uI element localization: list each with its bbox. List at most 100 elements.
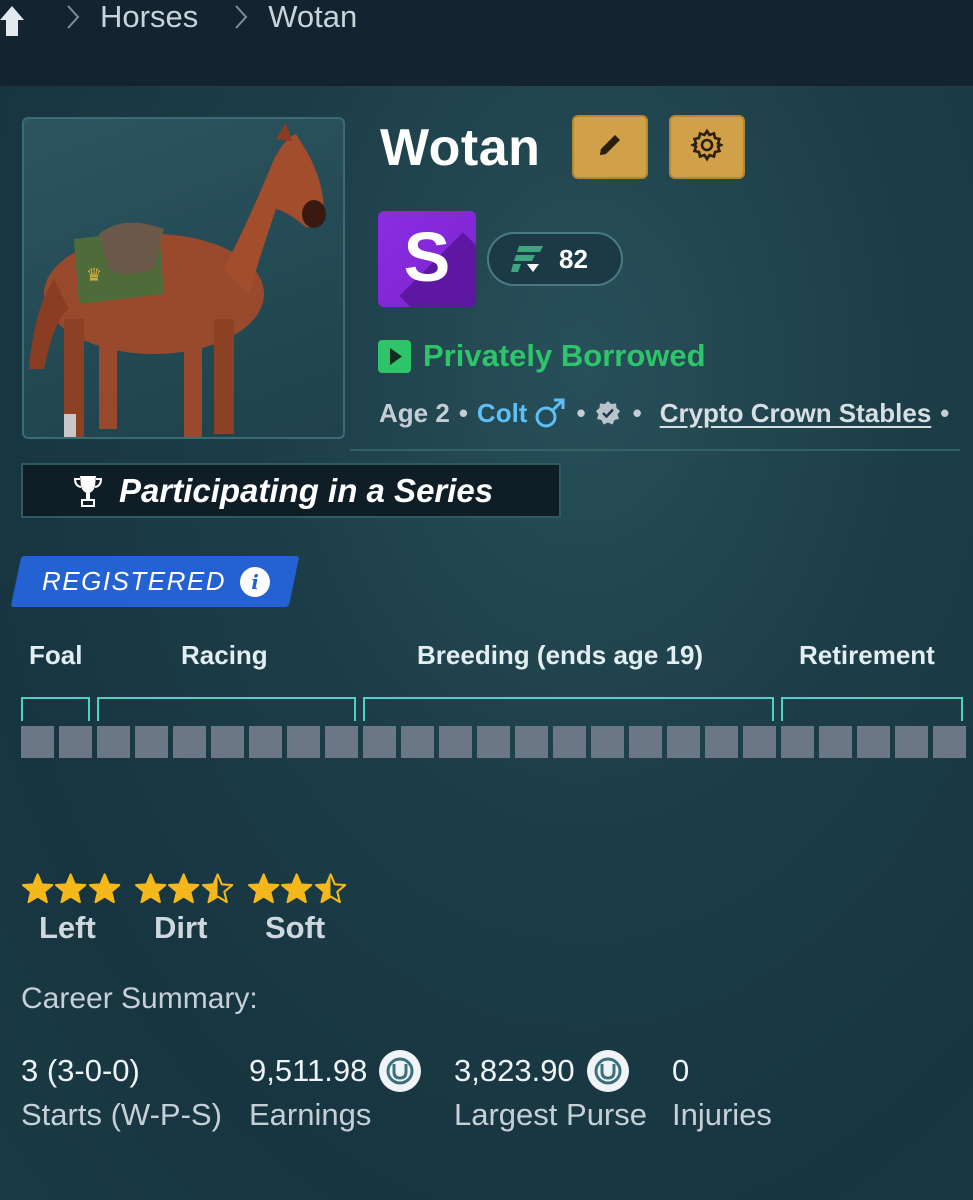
star-full-icon bbox=[168, 873, 200, 904]
registered-badge[interactable]: REGISTERED i bbox=[42, 556, 271, 607]
rating-logo-icon bbox=[511, 242, 545, 276]
lifecycle-cell bbox=[173, 726, 206, 758]
breadcrumb: Horses Wotan bbox=[0, 0, 358, 36]
verified-icon bbox=[595, 400, 621, 426]
currency-coin-icon bbox=[379, 1050, 422, 1092]
rating-pill: 82 bbox=[487, 232, 623, 286]
preference-label: Soft bbox=[265, 910, 326, 945]
star-full-icon bbox=[281, 873, 313, 904]
male-icon bbox=[533, 396, 567, 430]
horse-portrait: ♛ bbox=[22, 117, 345, 439]
svg-text:♛: ♛ bbox=[86, 265, 102, 286]
lifecycle-cell bbox=[781, 726, 814, 758]
settings-button[interactable] bbox=[669, 115, 745, 179]
lifecycle-cell bbox=[857, 726, 890, 758]
stat-label: Injuries bbox=[672, 1097, 772, 1132]
stage-label-foal: Foal bbox=[29, 640, 83, 670]
star-full-icon bbox=[88, 873, 120, 904]
gear-icon bbox=[690, 128, 724, 167]
series-text: Participating in a Series bbox=[119, 471, 494, 509]
preference-label: Dirt bbox=[154, 910, 208, 945]
status-text: Privately Borrowed bbox=[423, 338, 706, 373]
currency-coin-icon bbox=[586, 1050, 629, 1092]
stable-link[interactable]: Crypto Crown Stables bbox=[660, 398, 932, 429]
stat-label: Earnings bbox=[249, 1097, 372, 1132]
stat-value: 3 (3-0-0) bbox=[21, 1053, 140, 1088]
grade-letter: S bbox=[403, 218, 451, 296]
stage-bracket-breeding bbox=[363, 697, 774, 721]
chevron-right-icon bbox=[58, 2, 88, 32]
rating-value: 82 bbox=[559, 243, 588, 274]
lifecycle-cell bbox=[933, 726, 966, 758]
lifecycle-cell bbox=[439, 726, 472, 758]
star-half-icon bbox=[314, 873, 346, 904]
stat-value: 0 bbox=[672, 1053, 690, 1088]
star-full-icon bbox=[135, 873, 167, 904]
lifecycle-cell bbox=[211, 726, 244, 758]
stat-value: 9,511.98 bbox=[249, 1053, 368, 1088]
stat-earnings: 9,511.98 Earnings bbox=[249, 1050, 422, 1133]
lifecycle-cell bbox=[515, 726, 548, 758]
stage-label-retirement: Retirement bbox=[799, 640, 935, 670]
lifecycle-cell bbox=[363, 726, 396, 758]
lifecycle-cell bbox=[705, 726, 738, 758]
lifecycle-cell bbox=[401, 726, 434, 758]
star-full-icon bbox=[22, 873, 54, 904]
lifecycle-cell bbox=[21, 726, 54, 758]
stat-label: Largest Purse bbox=[454, 1097, 647, 1132]
lifecycle-cell bbox=[477, 726, 510, 758]
sex-text: Colt bbox=[476, 397, 528, 428]
lifecycle-cell bbox=[743, 726, 776, 758]
pencil-icon bbox=[596, 131, 624, 164]
ownership-status: Privately Borrowed bbox=[378, 338, 706, 374]
lifecycle-cell bbox=[591, 726, 624, 758]
preference-ground: Soft bbox=[247, 872, 347, 946]
stage-bracket-foal bbox=[21, 697, 90, 721]
horse-image: ♛ bbox=[29, 123, 326, 437]
lifecycle-cell bbox=[135, 726, 168, 758]
stage-label-breeding: Breeding (ends age 19) bbox=[417, 640, 704, 670]
age-text: Age 2 bbox=[379, 397, 450, 428]
lifecycle-cell bbox=[819, 726, 852, 758]
top-navigation-bar: Horses Wotan bbox=[0, 0, 973, 86]
play-icon bbox=[378, 339, 411, 373]
preference-left: Left bbox=[21, 872, 121, 946]
lifecycle-cell bbox=[59, 726, 92, 758]
registered-label: REGISTERED bbox=[42, 566, 227, 596]
lifecycle-cell bbox=[97, 726, 130, 758]
lifecycle-cell bbox=[667, 726, 700, 758]
career-summary-title: Career Summary: bbox=[21, 982, 258, 1015]
stage-label-racing: Racing bbox=[181, 640, 268, 670]
edit-button[interactable] bbox=[572, 115, 648, 179]
series-banner: Participating in a Series bbox=[21, 463, 561, 518]
grade-badge: S bbox=[378, 211, 476, 307]
breadcrumb-current: Wotan bbox=[268, 0, 358, 34]
stat-largest-purse: 3,823.90 Largest Purse bbox=[454, 1050, 647, 1133]
stat-starts: 3 (3-0-0) Starts (W-P-S) bbox=[21, 1050, 222, 1133]
info-icon[interactable]: i bbox=[240, 566, 271, 597]
lifecycle-cell bbox=[895, 726, 928, 758]
lifecycle-cell bbox=[629, 726, 662, 758]
stat-value: 3,823.90 bbox=[454, 1053, 575, 1088]
home-icon[interactable] bbox=[0, 2, 24, 36]
star-full-icon bbox=[248, 873, 280, 904]
stage-bracket-racing bbox=[97, 697, 356, 721]
star-rating bbox=[134, 872, 234, 904]
star-rating bbox=[21, 872, 121, 904]
preference-surface: Dirt bbox=[134, 872, 234, 946]
preference-label: Left bbox=[39, 910, 96, 945]
horse-meta: Age 2 • Colt • • Crypto Crown Stables • bbox=[379, 396, 958, 430]
lifecycle-cell bbox=[287, 726, 320, 758]
stage-bracket-retirement bbox=[781, 697, 963, 721]
stat-injuries: 0 Injuries bbox=[672, 1050, 772, 1133]
breadcrumb-horses[interactable]: Horses bbox=[100, 0, 198, 35]
lifecycle-cell bbox=[249, 726, 282, 758]
chevron-right-icon bbox=[226, 2, 256, 32]
star-rating bbox=[247, 872, 347, 904]
lifecycle-timeline bbox=[21, 726, 966, 758]
star-half-icon bbox=[201, 873, 233, 904]
lifecycle-cell bbox=[325, 726, 358, 758]
star-full-icon bbox=[55, 873, 87, 904]
lifecycle-cell bbox=[553, 726, 586, 758]
stat-label: Starts (W-P-S) bbox=[21, 1097, 222, 1132]
